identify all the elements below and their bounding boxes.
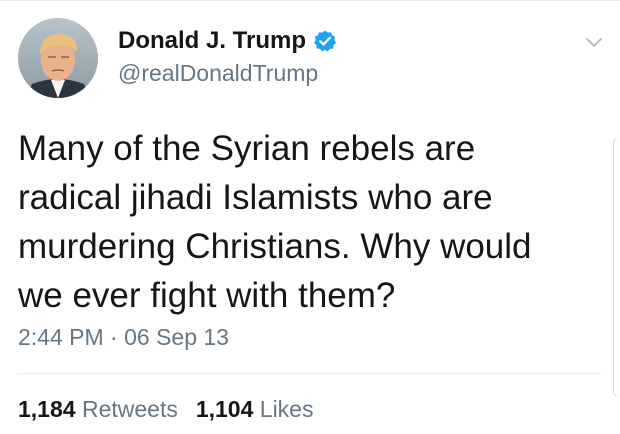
tweet-text-line: murdering Christians. Why would bbox=[18, 227, 532, 266]
tweet-timestamp[interactable]: 2:44 PM · 06 Sep 13 bbox=[18, 324, 229, 351]
tweet-text-line: Many of the Syrian rebels are bbox=[18, 129, 476, 168]
retweets-label: Retweets bbox=[81, 396, 178, 422]
tweet-text-line: radical jihadi Islamists who are bbox=[18, 178, 493, 217]
engagement-stats: 1,184 Retweets 1,104 Likes bbox=[18, 396, 313, 423]
likes-stat[interactable]: 1,104 Likes bbox=[196, 396, 314, 422]
top-divider bbox=[0, 0, 620, 1]
verified-badge-icon bbox=[313, 29, 337, 53]
chevron-down-icon[interactable] bbox=[582, 30, 606, 54]
author-handle[interactable]: @realDonaldTrump bbox=[118, 60, 318, 87]
retweets-count: 1,184 bbox=[18, 396, 76, 422]
scroll-edge-indicator bbox=[613, 138, 617, 396]
tweet-text-line: we ever fight with them? bbox=[18, 276, 396, 315]
retweets-stat[interactable]: 1,184 Retweets bbox=[18, 396, 178, 422]
tweet-card: Donald J. Trump @realDonaldTrump Many of… bbox=[0, 0, 620, 434]
avatar[interactable] bbox=[18, 18, 98, 98]
author-name-row: Donald J. Trump bbox=[118, 24, 337, 58]
stats-divider bbox=[18, 373, 602, 374]
likes-label: Likes bbox=[259, 396, 314, 422]
tweet-text: Many of the Syrian rebels are radical jih… bbox=[18, 124, 608, 320]
likes-count: 1,104 bbox=[195, 396, 254, 422]
author-display-name[interactable]: Donald J. Trump bbox=[118, 27, 306, 55]
